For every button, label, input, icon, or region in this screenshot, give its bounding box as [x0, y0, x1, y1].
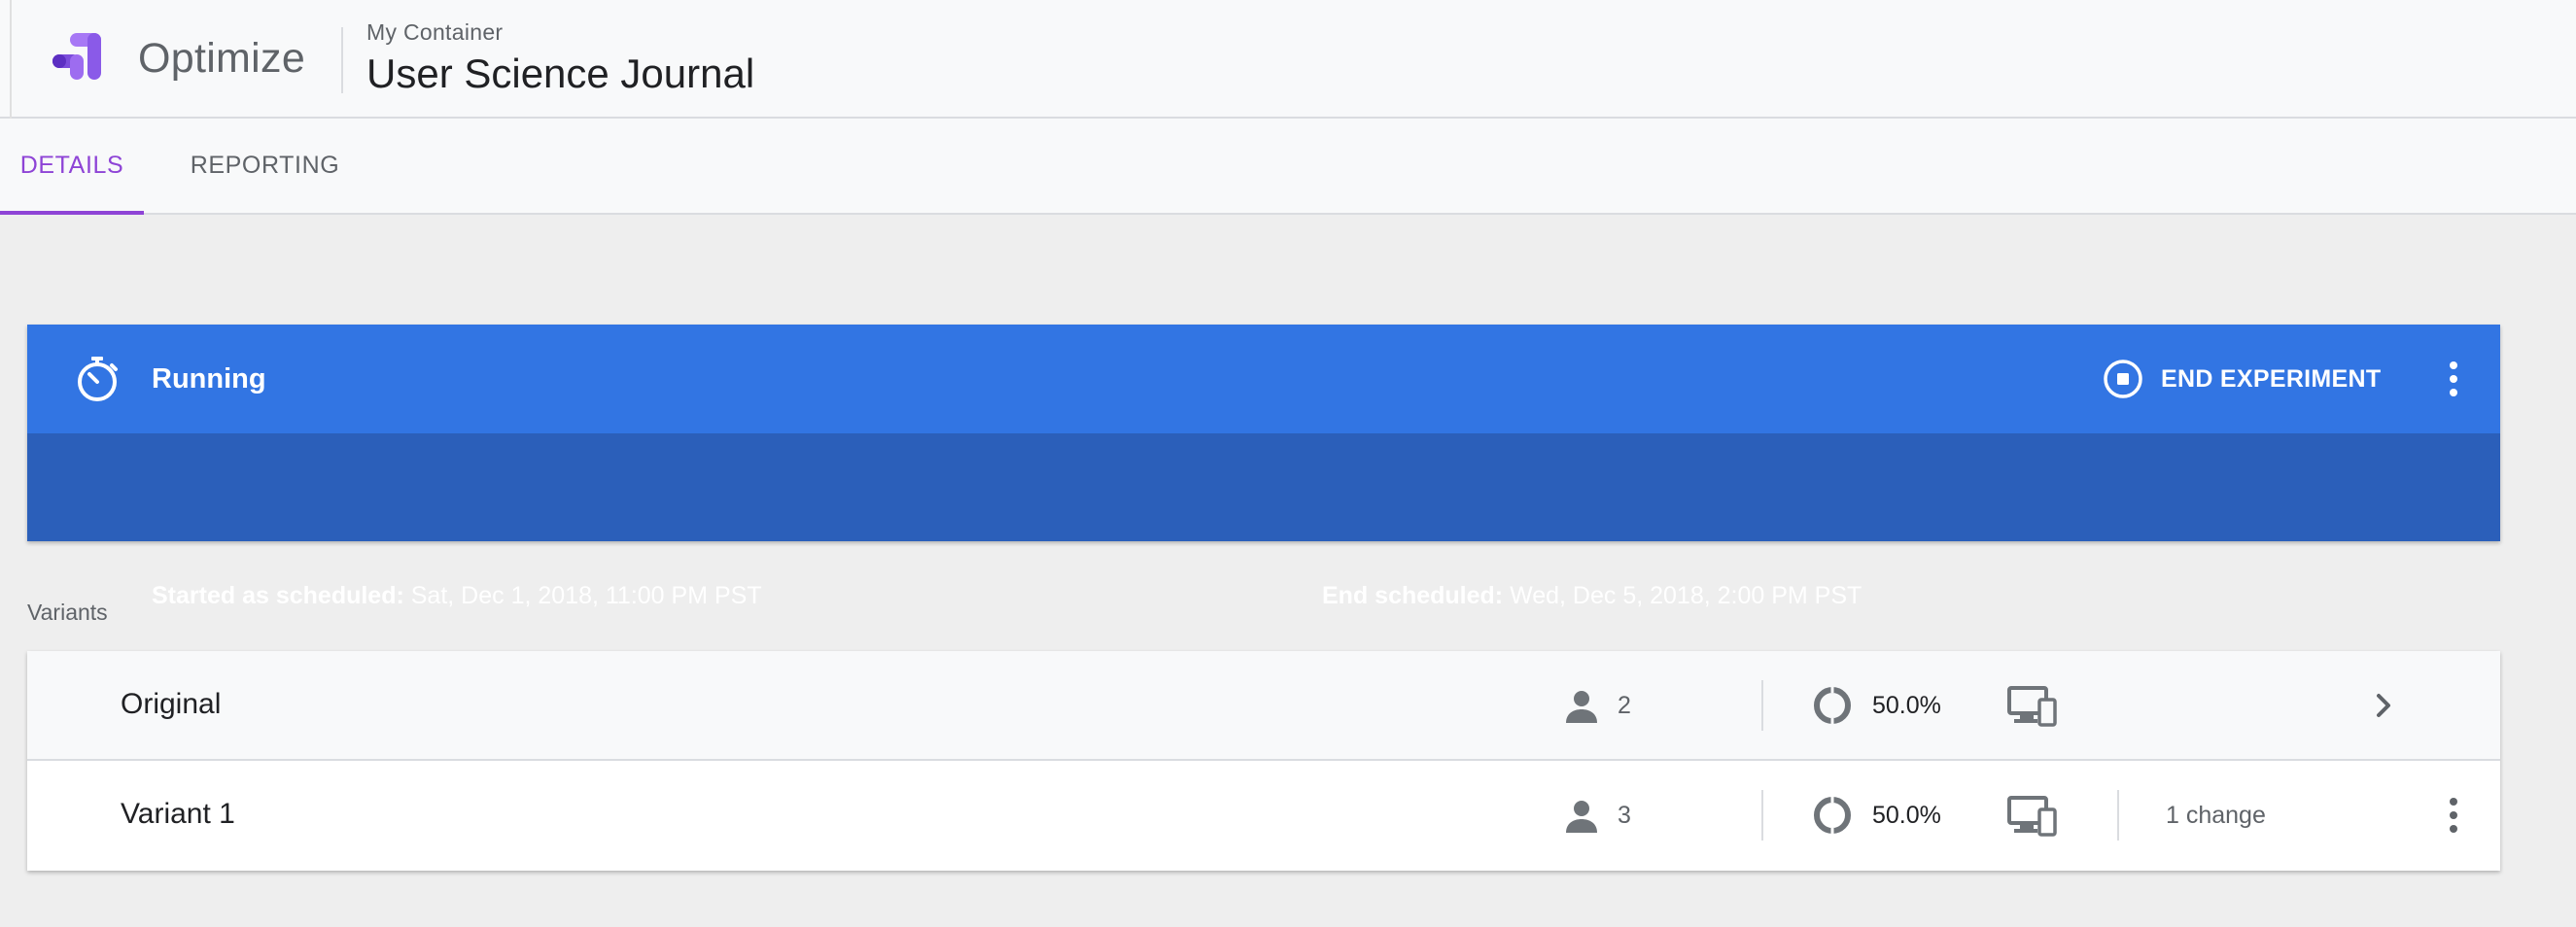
- end-schedule-label: End scheduled:: [1322, 582, 1504, 609]
- variant-sessions: 2: [1618, 692, 1631, 719]
- column-divider: [1761, 680, 1763, 731]
- weight-donut-icon: [1814, 686, 1851, 725]
- timer-icon: [78, 357, 118, 401]
- end-experiment-label: END EXPERIMENT: [2161, 364, 2382, 393]
- column-divider: [1761, 790, 1763, 841]
- active-tab-indicator: [0, 211, 144, 215]
- product-name: Optimize: [138, 35, 306, 82]
- variant-name: Original: [121, 688, 222, 720]
- person-icon: [1566, 691, 1597, 723]
- person-icon: [1566, 801, 1597, 833]
- chevron-right-icon[interactable]: [2364, 686, 2403, 725]
- experiment-title: User Science Journal: [366, 51, 755, 96]
- stop-circle-icon: [2104, 360, 2142, 398]
- devices-icon: [2007, 686, 2057, 727]
- container-label[interactable]: My Container: [366, 19, 503, 46]
- header-left-rule: [10, 0, 12, 119]
- devices-icon: [2007, 796, 2057, 837]
- start-schedule-label: Started as scheduled:: [152, 582, 404, 609]
- variant-name: Variant 1: [121, 798, 235, 830]
- tab-details[interactable]: DETAILS: [0, 119, 144, 215]
- variant-changes[interactable]: 1 change: [2166, 802, 2266, 830]
- status-bar: Running END EXPERIMENT: [27, 325, 2500, 433]
- column-divider: [2117, 790, 2119, 841]
- weight-donut-icon: [1814, 796, 1851, 835]
- variant-sessions: 3: [1618, 802, 1631, 829]
- schedule-bar: Started as scheduled: Sat, Dec 1, 2018, …: [27, 433, 2500, 609]
- more-vert-icon[interactable]: [2432, 792, 2475, 839]
- tab-bar: DETAILS REPORTING: [0, 119, 2576, 215]
- variant-weight: 50.0%: [1872, 692, 1941, 719]
- header-divider: [341, 27, 343, 93]
- variant-row-original[interactable]: Original 2 50.0%: [27, 651, 2500, 761]
- tab-reporting-label: REPORTING: [190, 152, 340, 179]
- variant-weight: 50.0%: [1872, 802, 1941, 829]
- experiment-status-card: Running END EXPERIMENT Started as schedu…: [27, 325, 2500, 609]
- status-label: Running: [152, 363, 266, 395]
- end-schedule-value: Wed, Dec 5, 2018, 2:00 PM PST: [1503, 582, 1862, 609]
- start-schedule-value: Sat, Dec 1, 2018, 11:00 PM PST: [403, 582, 762, 609]
- end-schedule: End scheduled: Wed, Dec 5, 2018, 2:00 PM…: [1322, 582, 1862, 610]
- start-schedule: Started as scheduled: Sat, Dec 1, 2018, …: [152, 582, 762, 610]
- variants-section-label: Variants: [27, 600, 108, 625]
- optimize-logo-icon[interactable]: [49, 29, 105, 86]
- end-experiment-button[interactable]: END EXPERIMENT: [2103, 354, 2381, 404]
- app-header: Optimize My Container User Science Journ…: [0, 0, 2576, 119]
- variants-list: Original 2 50.0% Variant 1 3 50.0% 1 cha…: [27, 651, 2500, 871]
- tab-details-label: DETAILS: [19, 152, 124, 179]
- more-vert-icon[interactable]: [2432, 356, 2475, 402]
- variant-row-variant-1[interactable]: Variant 1 3 50.0% 1 change: [27, 761, 2500, 871]
- tab-reporting[interactable]: REPORTING: [185, 119, 345, 213]
